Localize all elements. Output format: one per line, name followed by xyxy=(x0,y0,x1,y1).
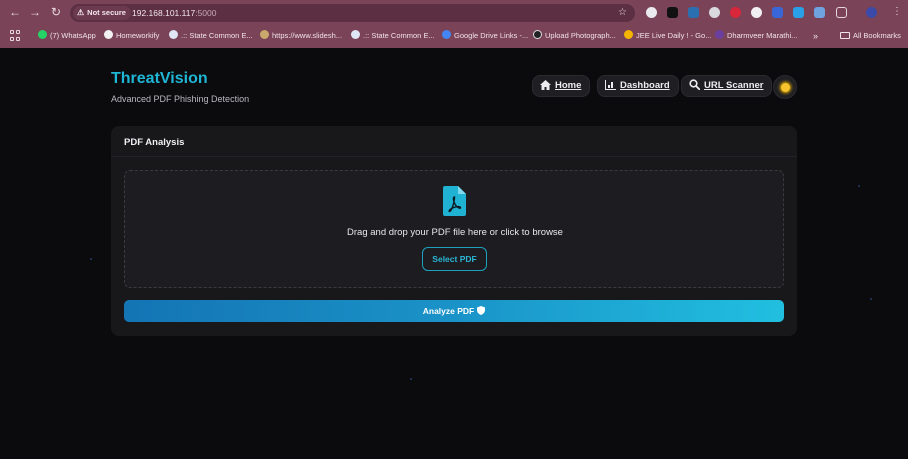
folder-icon xyxy=(840,32,850,39)
brand-title[interactable]: ThreatVision xyxy=(111,70,208,88)
apps-grid-icon[interactable] xyxy=(10,30,21,41)
url-text[interactable]: 192.168.101.117:5000 xyxy=(132,4,216,22)
extensions-puzzle-icon[interactable] xyxy=(836,7,847,18)
bookmark-star-icon[interactable]: ☆ xyxy=(618,4,627,22)
nav-url-scanner-label: URL Scanner xyxy=(704,80,764,91)
pdf-analysis-card: PDF Analysis Drag and drop your PDF file… xyxy=(111,126,797,336)
pdf-file-icon xyxy=(443,186,466,216)
analyze-pdf-button[interactable]: Analyze PDF xyxy=(124,300,784,322)
google-icon xyxy=(442,30,451,39)
dropzone-instructions: Drag and drop your PDF file here or clic… xyxy=(347,227,563,238)
background-star xyxy=(410,378,412,380)
bookmark-item[interactable]: Upload Photograph... xyxy=(533,29,616,43)
card-title: PDF Analysis xyxy=(124,137,185,148)
bookmark-item[interactable]: JEE Live Daily ! - Go... xyxy=(624,29,711,43)
upload-icon xyxy=(533,30,542,39)
bookmark-item[interactable]: Dharmveer Marathi... xyxy=(715,29,797,43)
globe-icon xyxy=(169,30,178,39)
background-star xyxy=(90,258,92,260)
nav-dashboard-label: Dashboard xyxy=(620,80,670,91)
analyze-pdf-label: Analyze PDF xyxy=(422,306,475,316)
search-icon xyxy=(689,79,701,91)
extension-dark-icon[interactable] xyxy=(667,7,678,18)
page-content: ThreatVision Advanced PDF Phishing Detec… xyxy=(0,48,908,459)
bar-chart-icon xyxy=(605,80,616,90)
profile-avatar-icon[interactable] xyxy=(866,7,877,18)
forward-icon[interactable]: → xyxy=(28,5,42,19)
nav-home-label: Home xyxy=(555,80,582,91)
extension-ghost-icon[interactable] xyxy=(751,7,762,18)
bookmark-favicon-icon xyxy=(715,30,724,39)
back-icon[interactable]: ← xyxy=(8,5,22,19)
bookmark-item[interactable]: (7) WhatsApp xyxy=(38,29,96,43)
brand-tagline: Advanced PDF Phishing Detection xyxy=(111,94,250,104)
address-bar[interactable]: ⚠ Not secure 192.168.101.117:5000 ☆ xyxy=(70,4,635,22)
extension-star-icon[interactable] xyxy=(772,7,783,18)
bookmark-item[interactable]: Homeworkify xyxy=(104,29,159,43)
extension-red-icon[interactable] xyxy=(730,7,741,18)
background-star xyxy=(858,185,860,187)
homeworkify-icon xyxy=(104,30,113,39)
nav-dashboard-link[interactable]: Dashboard xyxy=(597,75,679,97)
bookmark-item[interactable]: .:: State Common E... xyxy=(169,29,253,43)
select-pdf-button[interactable]: Select PDF xyxy=(422,247,487,271)
bookmark-item[interactable]: https://www.slidesh... xyxy=(260,29,342,43)
url-host: 192.168.101.117 xyxy=(132,8,196,18)
warning-icon: ⚠ xyxy=(77,8,85,17)
slideshare-icon xyxy=(260,30,269,39)
theme-toggle-button[interactable] xyxy=(773,75,797,99)
browser-chrome: ← → ↻ ⚠ Not secure 192.168.101.117:5000 ☆… xyxy=(0,0,908,48)
sun-icon xyxy=(781,83,790,92)
nav-home-link[interactable]: Home xyxy=(532,75,591,97)
home-icon xyxy=(540,80,551,90)
extension-chrome-icon[interactable] xyxy=(646,7,657,18)
shield-icon xyxy=(477,306,486,315)
bookmarks-bar: (7) WhatsApp Homeworkify .:: State Commo… xyxy=(0,26,908,46)
url-port: :5000 xyxy=(195,8,217,18)
card-divider xyxy=(111,156,797,157)
bookmark-item[interactable]: .:: State Common E... xyxy=(351,29,435,43)
browser-menu-icon[interactable]: ⋮ xyxy=(892,6,902,18)
background-star xyxy=(870,298,872,300)
pdf-dropzone[interactable]: Drag and drop your PDF file here or clic… xyxy=(124,170,784,288)
extension-translate-icon[interactable] xyxy=(814,7,825,18)
security-label: Not secure xyxy=(87,8,126,17)
drive-icon xyxy=(624,30,633,39)
globe-icon xyxy=(351,30,360,39)
browser-toolbar: ← → ↻ ⚠ Not secure 192.168.101.117:5000 ☆… xyxy=(0,0,908,26)
security-chip[interactable]: ⚠ Not secure xyxy=(73,6,131,20)
bookmark-item[interactable]: Google Drive Links -... xyxy=(442,29,528,43)
all-bookmarks-button[interactable]: All Bookmarks xyxy=(840,29,901,43)
nav-url-scanner-link[interactable]: URL Scanner xyxy=(681,75,773,97)
extension-cloud-icon[interactable] xyxy=(709,7,720,18)
extension-shield-icon[interactable] xyxy=(793,7,804,18)
whatsapp-icon xyxy=(38,30,47,39)
more-bookmarks-icon[interactable]: » xyxy=(813,29,818,43)
extension-blue-icon[interactable] xyxy=(688,7,699,18)
reload-icon[interactable]: ↻ xyxy=(49,5,63,19)
